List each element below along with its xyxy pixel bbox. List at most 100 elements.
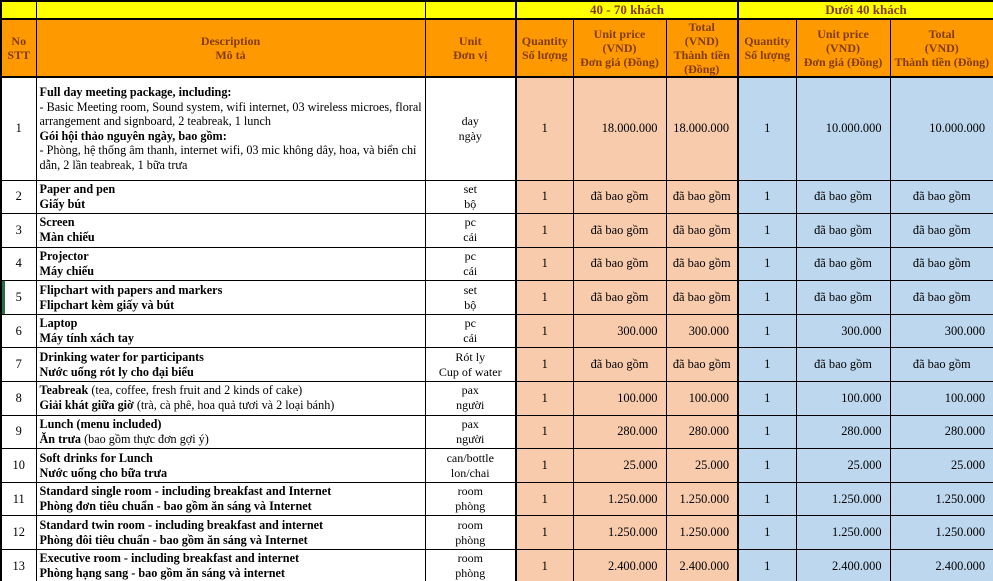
g2-unit-price-cell[interactable]: đã bao gồm bbox=[795, 280, 891, 315]
unit-cell[interactable]: day ngày bbox=[424, 76, 517, 181]
unit-cell[interactable]: room phòng bbox=[424, 549, 517, 581]
unit-cell[interactable]: set bộ bbox=[424, 179, 517, 215]
g2-total-cell[interactable]: 10.000.000 bbox=[889, 76, 993, 181]
unit-cell[interactable]: pc cái bbox=[424, 246, 517, 282]
g2-quantity-cell[interactable]: 1 bbox=[737, 313, 797, 349]
g1-quantity-cell[interactable]: 1 bbox=[515, 381, 574, 416]
g1-unit-price-cell[interactable]: 18.000.000 bbox=[572, 76, 667, 181]
g2-total-cell[interactable]: 300.000 bbox=[889, 313, 993, 349]
g1-quantity-cell[interactable]: 1 bbox=[515, 313, 574, 349]
g2-unit-price-cell[interactable]: 100.000 bbox=[795, 381, 891, 416]
g2-quantity-cell[interactable]: 1 bbox=[737, 448, 797, 483]
g1-unit-price-cell[interactable]: 300.000 bbox=[572, 313, 667, 349]
g1-unit-price-cell[interactable]: 280.000 bbox=[572, 414, 667, 450]
band-cell-no[interactable] bbox=[0, 0, 37, 20]
g2-quantity-cell[interactable]: 1 bbox=[737, 179, 797, 215]
g1-total-cell[interactable]: 280.000 bbox=[665, 414, 739, 450]
col-header-no[interactable]: No STT bbox=[0, 18, 37, 78]
g2-quantity-cell[interactable]: 1 bbox=[737, 347, 797, 383]
g1-unit-price-cell[interactable]: 1.250.000 bbox=[572, 515, 667, 551]
g1-quantity-cell[interactable]: 1 bbox=[515, 414, 574, 450]
g2-unit-price-cell[interactable]: đã bao gồm bbox=[795, 347, 891, 383]
g1-total-cell[interactable]: 25.000 bbox=[665, 448, 739, 483]
g1-unit-price-cell[interactable]: đã bao gồm bbox=[572, 280, 667, 315]
g1-unit-price-cell[interactable]: 25.000 bbox=[572, 448, 667, 483]
row-number-cell[interactable]: 5 bbox=[0, 280, 37, 315]
g1-quantity-cell[interactable]: 1 bbox=[515, 549, 574, 581]
unit-cell[interactable]: room phòng bbox=[424, 515, 517, 551]
unit-cell[interactable]: pax người bbox=[424, 381, 517, 416]
g1-total-cell[interactable]: đã bao gồm bbox=[665, 213, 739, 248]
g2-quantity-cell[interactable]: 1 bbox=[737, 515, 797, 551]
row-number-cell[interactable]: 4 bbox=[0, 246, 37, 282]
g1-total-cell[interactable]: 2.400.000 bbox=[665, 549, 739, 581]
g2-total-cell[interactable]: 2.400.000 bbox=[889, 549, 993, 581]
description-cell[interactable]: Projector Máy chiếu bbox=[35, 246, 426, 282]
g2-unit-price-cell[interactable]: 300.000 bbox=[795, 313, 891, 349]
description-cell[interactable]: Full day meeting package, including: - Ba… bbox=[35, 76, 426, 181]
g1-quantity-cell[interactable]: 1 bbox=[515, 448, 574, 483]
unit-cell[interactable]: pc cái bbox=[424, 213, 517, 248]
g1-unit-price-cell[interactable]: đã bao gồm bbox=[572, 347, 667, 383]
g1-total-cell[interactable]: đã bao gồm bbox=[665, 347, 739, 383]
col-header-quantity-g2[interactable]: Quantity Số lượng bbox=[737, 18, 797, 78]
row-number-cell[interactable]: 11 bbox=[0, 481, 37, 517]
g1-total-cell[interactable]: 100.000 bbox=[665, 381, 739, 416]
g2-total-cell[interactable]: đã bao gồm bbox=[889, 347, 993, 383]
g1-unit-price-cell[interactable]: 2.400.000 bbox=[572, 549, 667, 581]
g2-unit-price-cell[interactable]: đã bao gồm bbox=[795, 179, 891, 215]
g1-unit-price-cell[interactable]: đã bao gồm bbox=[572, 213, 667, 248]
description-cell[interactable]: Teabreak (tea, coffee, fresh fruit and 2… bbox=[35, 381, 426, 416]
g2-total-cell[interactable]: đã bao gồm bbox=[889, 246, 993, 282]
g2-quantity-cell[interactable]: 1 bbox=[737, 381, 797, 416]
col-header-description[interactable]: Description Mô tả bbox=[35, 18, 426, 78]
g2-total-cell[interactable]: 100.000 bbox=[889, 381, 993, 416]
g1-quantity-cell[interactable]: 1 bbox=[515, 213, 574, 248]
row-number-cell[interactable]: 8 bbox=[0, 381, 37, 416]
col-header-unit[interactable]: Unit Đơn vị bbox=[424, 18, 517, 78]
g1-unit-price-cell[interactable]: 1.250.000 bbox=[572, 481, 667, 517]
g1-quantity-cell[interactable]: 1 bbox=[515, 246, 574, 282]
col-header-total-g2[interactable]: Total (VND) Thành tiền (Đồng) bbox=[889, 18, 993, 78]
unit-cell[interactable]: room phòng bbox=[424, 481, 517, 517]
description-cell[interactable]: Drinking water for participants Nước uống… bbox=[35, 347, 426, 383]
row-number-cell[interactable]: 2 bbox=[0, 179, 37, 215]
group-header-40-70-guests[interactable]: 40 - 70 khách bbox=[514, 0, 739, 20]
description-cell[interactable]: Lunch (menu included) Ăn trưa (bao gồm th… bbox=[35, 414, 426, 450]
g1-total-cell[interactable]: 1.250.000 bbox=[665, 481, 739, 517]
g1-total-cell[interactable]: đã bao gồm bbox=[665, 179, 739, 215]
unit-cell[interactable]: pax người bbox=[424, 414, 517, 450]
row-number-cell[interactable]: 1 bbox=[0, 76, 37, 181]
g2-quantity-cell[interactable]: 1 bbox=[737, 76, 797, 181]
band-cell-unit[interactable] bbox=[424, 0, 517, 20]
row-number-cell[interactable]: 9 bbox=[0, 414, 37, 450]
g1-unit-price-cell[interactable]: 100.000 bbox=[572, 381, 667, 416]
g2-unit-price-cell[interactable]: 1.250.000 bbox=[795, 515, 891, 551]
g1-total-cell[interactable]: đã bao gồm bbox=[665, 246, 739, 282]
description-cell[interactable]: Executive room - including breakfast and… bbox=[35, 549, 426, 581]
g1-quantity-cell[interactable]: 1 bbox=[515, 347, 574, 383]
g2-quantity-cell[interactable]: 1 bbox=[737, 549, 797, 581]
g1-total-cell[interactable]: 1.250.000 bbox=[665, 515, 739, 551]
g2-quantity-cell[interactable]: 1 bbox=[737, 280, 797, 315]
g2-unit-price-cell[interactable]: 1.250.000 bbox=[795, 481, 891, 517]
g2-total-cell[interactable]: đã bao gồm bbox=[889, 280, 993, 315]
g1-total-cell[interactable]: 300.000 bbox=[665, 313, 739, 349]
g2-unit-price-cell[interactable]: 2.400.000 bbox=[795, 549, 891, 581]
unit-cell[interactable]: can/bottle lon/chai bbox=[424, 448, 517, 483]
unit-cell[interactable]: pc cái bbox=[424, 313, 517, 349]
g1-quantity-cell[interactable]: 1 bbox=[515, 76, 574, 181]
description-cell[interactable]: Screen Màn chiếu bbox=[35, 213, 426, 248]
group-header-under-40-guests[interactable]: Dưới 40 khách bbox=[737, 0, 993, 20]
col-header-quantity-g1[interactable]: Quantity Số lượng bbox=[515, 18, 574, 78]
row-number-cell[interactable]: 3 bbox=[0, 213, 37, 248]
row-number-cell[interactable]: 7 bbox=[0, 347, 37, 383]
g2-total-cell[interactable]: đã bao gồm bbox=[889, 213, 993, 248]
unit-cell[interactable]: set bộ bbox=[424, 280, 517, 315]
g2-unit-price-cell[interactable]: 10.000.000 bbox=[795, 76, 891, 181]
g2-total-cell[interactable]: 1.250.000 bbox=[889, 515, 993, 551]
description-cell[interactable]: Paper and pen Giấy bút bbox=[35, 179, 426, 215]
row-number-cell[interactable]: 10 bbox=[0, 448, 37, 483]
g2-quantity-cell[interactable]: 1 bbox=[737, 481, 797, 517]
g2-total-cell[interactable]: 280.000 bbox=[889, 414, 993, 450]
